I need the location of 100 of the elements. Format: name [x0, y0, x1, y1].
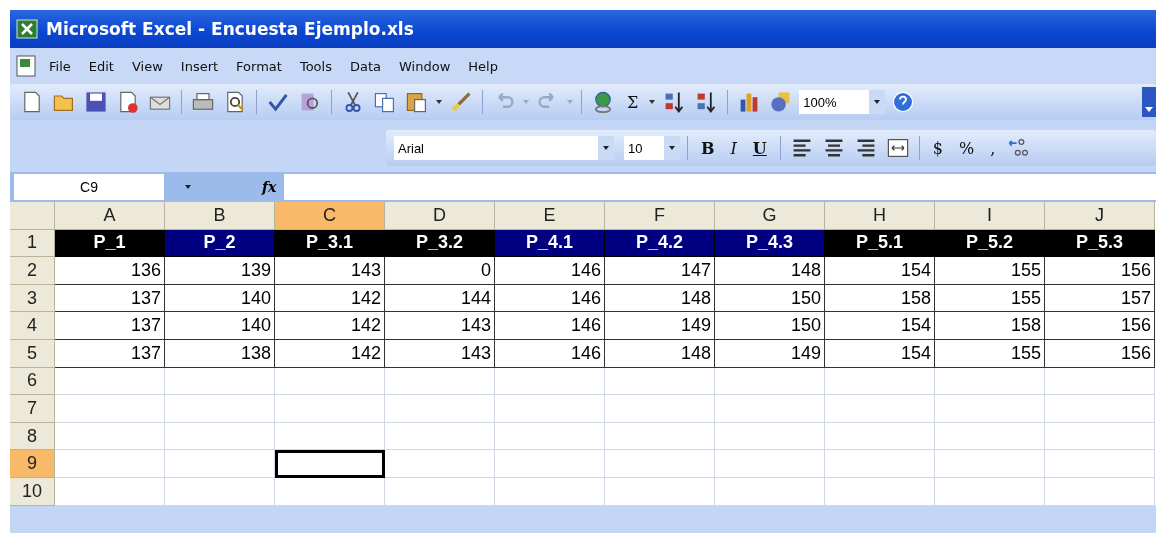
table-cell[interactable] — [55, 367, 165, 396]
header-cell[interactable]: P_5.3 — [1045, 229, 1155, 258]
caret-icon[interactable] — [668, 144, 676, 152]
table-cell[interactable]: 137 — [55, 312, 165, 340]
table-cell[interactable] — [1045, 450, 1155, 478]
table-cell[interactable] — [385, 395, 495, 423]
row-header[interactable]: 9 — [10, 450, 55, 478]
table-cell[interactable]: 156 — [1045, 312, 1155, 340]
header-cell[interactable]: P_3.1 — [275, 229, 385, 258]
row-header[interactable]: 6 — [10, 367, 55, 396]
table-cell[interactable] — [1045, 395, 1155, 423]
caret-icon[interactable] — [435, 98, 443, 106]
table-cell[interactable] — [495, 367, 605, 396]
header-cell[interactable]: P_1 — [55, 229, 165, 258]
table-cell[interactable]: 150 — [715, 284, 825, 313]
table-cell[interactable] — [715, 395, 825, 423]
table-cell[interactable]: 137 — [55, 284, 165, 313]
table-cell[interactable] — [55, 422, 165, 451]
table-cell[interactable] — [935, 477, 1045, 506]
menu-item[interactable]: Edit — [79, 56, 123, 76]
table-cell[interactable] — [825, 367, 935, 396]
table-cell[interactable]: 144 — [385, 284, 495, 313]
table-cell[interactable] — [385, 367, 495, 396]
table-cell[interactable] — [385, 422, 495, 451]
table-cell[interactable]: 137 — [55, 339, 165, 368]
column-header[interactable]: I — [935, 202, 1045, 230]
table-cell[interactable] — [825, 422, 935, 451]
column-header[interactable]: B — [165, 202, 275, 230]
table-cell[interactable] — [935, 422, 1045, 451]
table-cell[interactable]: 155 — [935, 257, 1045, 285]
bold-button[interactable]: B — [695, 138, 721, 158]
table-cell[interactable] — [275, 422, 385, 451]
table-cell[interactable]: 155 — [935, 284, 1045, 313]
table-cell[interactable] — [275, 477, 385, 506]
table-cell[interactable]: 140 — [165, 312, 275, 340]
selected-cell[interactable] — [275, 450, 385, 478]
row-header[interactable]: 3 — [10, 284, 55, 313]
toolbar-options-icon[interactable] — [1142, 87, 1156, 117]
header-cell[interactable]: P_4.3 — [715, 229, 825, 258]
menu-item[interactable]: Data — [340, 56, 390, 76]
row-header[interactable]: 7 — [10, 395, 55, 423]
table-cell[interactable] — [605, 450, 715, 478]
row-header[interactable]: 1 — [10, 229, 55, 258]
table-cell[interactable] — [165, 422, 275, 451]
table-cell[interactable] — [385, 450, 495, 478]
table-cell[interactable]: 136 — [55, 257, 165, 285]
table-cell[interactable]: 142 — [275, 284, 385, 313]
table-cell[interactable] — [935, 450, 1045, 478]
table-cell[interactable]: 154 — [825, 257, 935, 285]
table-cell[interactable] — [495, 422, 605, 451]
menu-item[interactable]: View — [122, 56, 172, 76]
table-cell[interactable]: 0 — [385, 257, 495, 285]
currency-button[interactable]: $ — [926, 138, 949, 158]
table-cell[interactable]: 142 — [275, 339, 385, 368]
zoom-dropdown[interactable]: 100% — [799, 90, 886, 114]
table-cell[interactable] — [605, 395, 715, 423]
table-cell[interactable] — [715, 367, 825, 396]
italic-button[interactable]: I — [724, 138, 743, 158]
table-cell[interactable] — [495, 450, 605, 478]
copy-icon[interactable] — [373, 90, 397, 114]
header-cell[interactable]: P_4.2 — [605, 229, 715, 258]
table-cell[interactable]: 146 — [495, 284, 605, 313]
table-cell[interactable]: 154 — [825, 312, 935, 340]
table-cell[interactable]: 140 — [165, 284, 275, 313]
table-cell[interactable]: 146 — [495, 339, 605, 368]
column-header[interactable]: E — [495, 202, 605, 230]
table-cell[interactable]: 142 — [275, 312, 385, 340]
table-cell[interactable] — [1045, 477, 1155, 506]
table-cell[interactable]: 155 — [935, 339, 1045, 368]
table-cell[interactable] — [715, 422, 825, 451]
table-cell[interactable] — [165, 477, 275, 506]
table-cell[interactable] — [605, 422, 715, 451]
header-cell[interactable]: P_5.2 — [935, 229, 1045, 258]
row-header[interactable]: 2 — [10, 257, 55, 285]
table-cell[interactable]: 139 — [165, 257, 275, 285]
help-icon[interactable] — [891, 90, 916, 114]
table-cell[interactable]: 146 — [495, 257, 605, 285]
column-header[interactable]: A — [55, 202, 165, 230]
row-header[interactable]: 4 — [10, 312, 55, 340]
table-cell[interactable] — [935, 367, 1045, 396]
menu-item[interactable]: Window — [390, 56, 460, 76]
table-cell[interactable] — [605, 477, 715, 506]
table-cell[interactable]: 143 — [385, 339, 495, 368]
table-cell[interactable] — [495, 395, 605, 423]
row-header[interactable]: 5 — [10, 339, 55, 368]
table-cell[interactable]: 156 — [1045, 339, 1155, 368]
table-cell[interactable] — [715, 477, 825, 506]
column-header[interactable]: D — [385, 202, 495, 230]
merge-center-icon[interactable] — [885, 136, 910, 160]
table-cell[interactable]: 138 — [165, 339, 275, 368]
table-cell[interactable] — [55, 477, 165, 506]
formula-field[interactable] — [284, 174, 1156, 200]
table-cell[interactable] — [1045, 422, 1155, 451]
brush-icon[interactable] — [449, 90, 473, 114]
underline-button[interactable]: U — [746, 138, 773, 158]
function-label[interactable]: fx — [262, 179, 285, 195]
table-cell[interactable] — [165, 395, 275, 423]
comma-button[interactable]: , — [984, 138, 1002, 158]
caret-icon[interactable] — [184, 183, 192, 191]
menu-item[interactable]: File — [40, 56, 80, 76]
